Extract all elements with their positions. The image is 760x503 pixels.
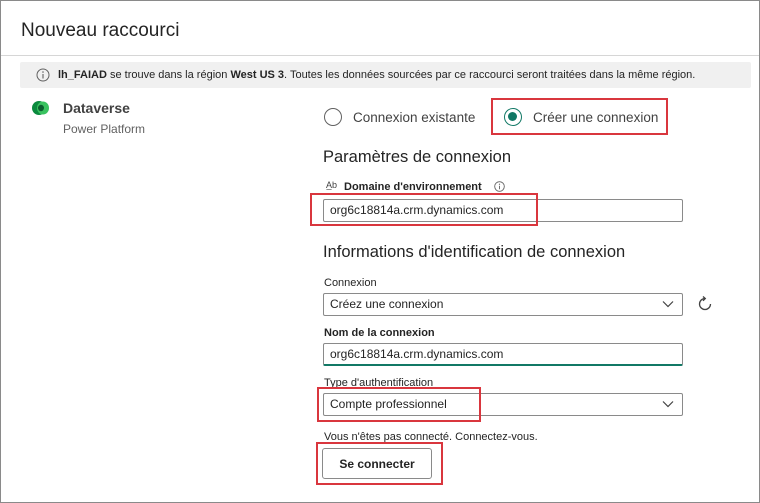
highlight-auth-type: [317, 387, 481, 422]
highlight-domain: [310, 193, 538, 226]
connection-name-label: Nom de la connexion: [324, 327, 435, 339]
credentials-heading: Informations d'identification de connexi…: [323, 243, 626, 261]
settings-heading: Paramètres de connexion: [323, 148, 512, 166]
region-info-banner: lh_FAIAD se trouve dans la région West U…: [20, 62, 751, 88]
chevron-down-icon: [662, 401, 674, 408]
highlight-signin-button: [316, 442, 443, 485]
dataverse-icon: [32, 101, 49, 115]
datasource-name: Dataverse: [63, 100, 130, 116]
lakehouse-name: lh_FAIAD: [58, 69, 107, 81]
domain-label: Domaine d'environnement: [344, 181, 482, 193]
refresh-icon[interactable]: [696, 295, 714, 313]
title-divider: [1, 55, 759, 56]
datasource-platform: Power Platform: [63, 122, 146, 136]
text-type-icon: A̲b: [326, 180, 338, 190]
banner-text-2: . Toutes les données sourcées par ce rac…: [284, 69, 696, 81]
connection-name-input[interactable]: org6c18814a.crm.dynamics.com: [323, 343, 683, 366]
connection-dropdown-value: Créez une connexion: [330, 297, 444, 311]
radio-existing-label: Connexion existante: [353, 109, 476, 125]
domain-info-icon: [494, 181, 505, 192]
radio-button[interactable]: [324, 108, 342, 126]
connection-dropdown[interactable]: Créez une connexion: [323, 293, 683, 316]
connection-label: Connexion: [324, 277, 377, 289]
dialog-title: Nouveau raccourci: [21, 20, 180, 41]
radio-existing-connection[interactable]: Connexion existante: [324, 108, 475, 126]
highlight-new-connection: [491, 98, 668, 135]
chevron-down-icon: [662, 301, 674, 308]
banner-text-1: se trouve dans la région: [106, 69, 231, 81]
region-name: West US 3: [230, 69, 285, 81]
info-icon: [36, 68, 50, 82]
